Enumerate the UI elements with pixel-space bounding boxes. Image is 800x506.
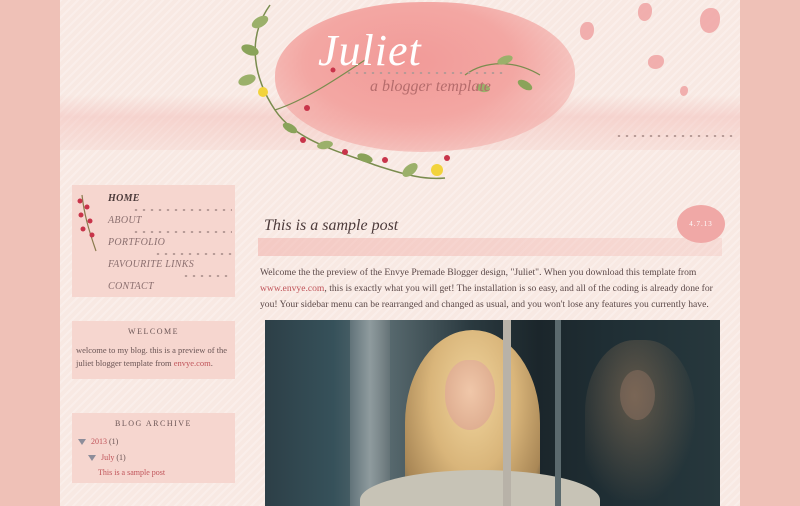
nav-dots-divider — [154, 253, 232, 255]
post-body-link[interactable]: www.envye.com — [260, 283, 324, 294]
archive-year-link[interactable]: 2013 — [91, 437, 107, 446]
archive-post-row: This is a sample post — [98, 468, 165, 477]
petal-decoration — [700, 8, 720, 33]
image-subject-face — [445, 360, 495, 430]
image-subject-shoulder — [360, 470, 600, 506]
archive-post-link[interactable]: This is a sample post — [98, 468, 165, 477]
post-body-text: Welcome the the preview of the Envye Pre… — [260, 267, 697, 278]
petal-decoration — [580, 22, 594, 40]
archive-year-row: 2013 (1) — [78, 437, 118, 446]
post-title-underline — [258, 238, 722, 256]
post-body-text-2: , this is exactly what you will get! The… — [260, 283, 713, 310]
nav-item-portfolio[interactable]: Portfolio — [108, 237, 165, 248]
sidebar-nav: Home About Portfolio Favourite Links Con… — [72, 185, 235, 297]
nav-item-about[interactable]: About — [108, 215, 142, 226]
nav-item-favourite-links[interactable]: Favourite Links — [108, 259, 194, 270]
title-dots-divider — [345, 72, 505, 74]
petal-decoration — [648, 55, 664, 69]
post-body: Welcome the the preview of the Envye Pre… — [260, 265, 718, 313]
expand-triangle-icon[interactable] — [88, 455, 96, 462]
image-window-frame — [555, 320, 561, 506]
post-image — [265, 320, 720, 506]
blog-archive-widget: BLOG ARCHIVE 2013 (1) July (1) This is a… — [72, 413, 235, 483]
post-date-badge: 4.7.13 — [677, 205, 725, 243]
nav-dots-divider — [182, 275, 232, 277]
image-reflection — [585, 340, 695, 500]
welcome-heading: WELCOME — [128, 327, 179, 336]
archive-year-count: (1) — [109, 437, 119, 446]
image-reflection-face — [620, 370, 655, 420]
archive-month-link[interactable]: July — [101, 453, 114, 462]
welcome-link[interactable]: envye.com — [174, 358, 211, 368]
blog-description: a blogger template — [370, 78, 491, 95]
image-window-frame — [503, 320, 511, 506]
welcome-text: welcome to my blog. this is a preview of… — [72, 336, 235, 370]
petal-decoration — [638, 3, 652, 21]
nav-dots-divider — [132, 231, 232, 233]
post-title[interactable]: This is a sample post — [264, 217, 398, 235]
image-curtain — [350, 320, 390, 506]
nav-dots-divider — [132, 209, 232, 211]
archive-month-row: July (1) — [88, 453, 126, 462]
blog-title[interactable]: Juliet — [318, 25, 422, 76]
header-dots-divider — [615, 135, 735, 137]
welcome-text-end: . — [210, 358, 213, 368]
nav-item-contact[interactable]: Contact — [108, 281, 154, 292]
page-container: Juliet a blogger template Home About Por… — [60, 0, 740, 506]
nav-item-home[interactable]: Home — [108, 193, 140, 204]
berry-sprig-icon — [77, 194, 97, 252]
archive-heading: BLOG ARCHIVE — [115, 419, 192, 428]
expand-triangle-icon[interactable] — [78, 439, 86, 446]
welcome-widget: WELCOME welcome to my blog. this is a pr… — [72, 321, 235, 379]
archive-month-count: (1) — [116, 453, 126, 462]
